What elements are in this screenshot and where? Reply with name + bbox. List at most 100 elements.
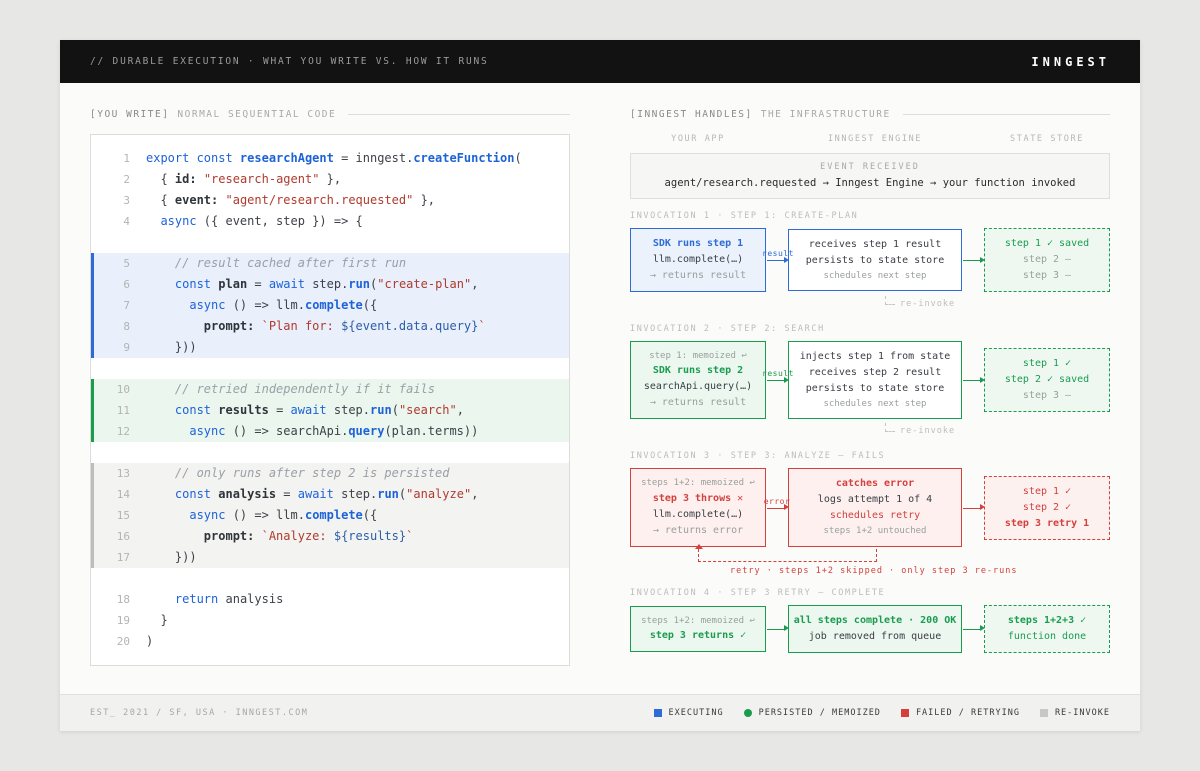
code-text: export const researchAgent = inngest.cre… bbox=[146, 151, 522, 165]
code-token: await bbox=[298, 487, 334, 501]
code-text: const plan = await step.run("create-plan… bbox=[146, 277, 478, 291]
line-number: 4 bbox=[104, 211, 130, 232]
box-line: step 3 returns ✓ bbox=[635, 628, 761, 644]
code-text: // retried independently if it fails bbox=[146, 382, 435, 396]
box-line: persists to state store bbox=[793, 381, 957, 397]
invocation-section: INVOCATION 4 · STEP 3 RETRY — COMPLETE s… bbox=[630, 588, 1110, 653]
code-token: = bbox=[276, 487, 298, 501]
code-token: ) bbox=[146, 634, 153, 648]
code-token: // result cached after first run bbox=[175, 256, 406, 270]
code-text: // only runs after step 2 is persisted bbox=[146, 466, 449, 480]
arrow-label: result bbox=[762, 369, 792, 378]
code-text: { id: "research-agent" }, bbox=[146, 172, 341, 186]
code-spacer bbox=[91, 442, 569, 463]
reinvoke-label: re-invoke bbox=[900, 426, 955, 436]
footer-meta: EST_ 2021 / SF, USA · INNGEST.COM bbox=[90, 708, 308, 718]
box-line: injects step 1 from state bbox=[793, 349, 957, 365]
legend-label: EXECUTING bbox=[669, 708, 724, 718]
code-text: })) bbox=[146, 340, 197, 354]
line-number: 15 bbox=[104, 505, 130, 526]
invocation-row: steps 1+2: memoized ↩step 3 returns ✓ al… bbox=[630, 605, 1110, 653]
code-token: const bbox=[175, 487, 211, 501]
line-number: 1 bbox=[104, 148, 130, 169]
code-token bbox=[146, 319, 204, 333]
line-number: 20 bbox=[104, 631, 130, 652]
code-token: } bbox=[146, 613, 168, 627]
code-token: ` bbox=[406, 529, 413, 543]
event-box: EVENT RECEIVED agent/research.requested … bbox=[630, 153, 1110, 199]
code-token: // only runs after step 2 is persisted bbox=[175, 466, 450, 480]
event-box-line: agent/research.requested → Inngest Engin… bbox=[637, 177, 1103, 189]
invocation-section: INVOCATION 3 · STEP 3: ANALYZE — FAILS s… bbox=[630, 451, 1110, 546]
code-panel-tag: [YOU WRITE] bbox=[90, 109, 169, 120]
code-token: "agent/research.requested" bbox=[226, 193, 414, 207]
code-line: 17 })) bbox=[91, 547, 569, 568]
code-token: }, bbox=[413, 193, 435, 207]
invocation-label: INVOCATION 2 · STEP 2: SEARCH bbox=[630, 324, 1110, 334]
retry-dashed-line-icon bbox=[698, 549, 877, 562]
code-block: 1 export const researchAgent = inngest.cr… bbox=[90, 134, 570, 666]
code-token: async bbox=[189, 508, 225, 522]
infra-panel-title: THE INFRASTRUCTURE bbox=[761, 109, 891, 120]
box-line: → returns result bbox=[635, 395, 761, 411]
line-number: 8 bbox=[104, 316, 130, 337]
your-app-box: steps 1+2: memoized ↩step 3 returns ✓ bbox=[630, 606, 766, 652]
line-number: 17 bbox=[104, 547, 130, 568]
code-token bbox=[146, 256, 175, 270]
legend-item: FAILED / RETRYING bbox=[901, 708, 1020, 718]
code-token: }, bbox=[319, 172, 341, 186]
legend-item: PERSISTED / MEMOIZED bbox=[744, 708, 881, 718]
box-line: step 1 ✓ saved bbox=[989, 236, 1105, 252]
code-token: , bbox=[471, 277, 478, 291]
legend-label: PERSISTED / MEMOIZED bbox=[759, 708, 881, 718]
line-number: 5 bbox=[104, 253, 130, 274]
code-spacer bbox=[91, 358, 569, 379]
arrow-app-to-engine-icon: error bbox=[766, 500, 788, 516]
your-app-box: steps 1+2: memoized ↩step 3 throws ✕llm.… bbox=[630, 468, 766, 546]
code-token bbox=[197, 172, 204, 186]
code-line: 15 async () => llm.complete({ bbox=[91, 505, 569, 526]
code-token bbox=[146, 214, 160, 228]
your-app-box: SDK runs step 1llm.complete(…)→ returns … bbox=[630, 228, 766, 292]
code-token: id: bbox=[175, 172, 197, 186]
line-number: 12 bbox=[104, 421, 130, 442]
line-number: 7 bbox=[104, 295, 130, 316]
code-text: const results = await step.run("search", bbox=[146, 403, 464, 417]
code-panel-heading: [YOU WRITE] NORMAL SEQUENTIAL CODE bbox=[90, 109, 570, 120]
invocation-label: INVOCATION 4 · STEP 3 RETRY — COMPLETE bbox=[630, 588, 1110, 598]
column-header-inngest-engine: INNGEST ENGINE bbox=[788, 134, 962, 144]
box-line: step 3 retry 1 bbox=[989, 516, 1105, 532]
box-line: steps 1+2: memoized ↩ bbox=[635, 476, 761, 490]
footer-bar: EST_ 2021 / SF, USA · INNGEST.COM EXECUT… bbox=[60, 694, 1140, 731]
column-header-your-app: YOUR APP bbox=[630, 134, 766, 144]
code-token: async bbox=[189, 298, 225, 312]
code-token: `Plan for: bbox=[262, 319, 341, 333]
code-token: ( bbox=[392, 403, 399, 417]
arrow-app-to-engine-icon: result bbox=[766, 252, 788, 268]
code-token: createFunction bbox=[413, 151, 514, 165]
code-line: 12 async () => searchApi.query(plan.term… bbox=[91, 421, 569, 442]
arrow-engine-to-store-icon bbox=[962, 621, 984, 637]
arrow-label: result bbox=[762, 249, 792, 258]
code-token: return bbox=[175, 592, 218, 606]
infra-panel-tag: [INNGEST HANDLES] bbox=[630, 109, 753, 120]
code-text: async () => llm.complete({ bbox=[146, 298, 377, 312]
legend-label: FAILED / RETRYING bbox=[916, 708, 1020, 718]
code-token: ${event.data.query} bbox=[341, 319, 478, 333]
code-token: ({ bbox=[363, 298, 377, 312]
box-line: steps 1+2+3 ✓ bbox=[989, 613, 1105, 629]
invocation-label: INVOCATION 1 · STEP 1: CREATE-PLAN bbox=[630, 211, 1110, 221]
box-line: step 2 – bbox=[989, 252, 1105, 268]
code-token: export const bbox=[146, 151, 240, 165]
state-store-box: steps 1+2+3 ✓function done bbox=[984, 605, 1110, 653]
code-line: 1 export const researchAgent = inngest.cr… bbox=[91, 148, 569, 169]
code-token: async bbox=[189, 424, 225, 438]
code-line: 5 // result cached after first run bbox=[91, 253, 569, 274]
invocation-section: INVOCATION 2 · STEP 2: SEARCH step 1: me… bbox=[630, 324, 1110, 419]
state-store-box: step 1 ✓ savedstep 2 –step 3 – bbox=[984, 228, 1110, 292]
code-text: prompt: `Analyze: ${results}` bbox=[146, 529, 413, 543]
event-box-title: EVENT RECEIVED bbox=[637, 162, 1103, 172]
code-token: async bbox=[160, 214, 196, 228]
code-text: // result cached after first run bbox=[146, 256, 406, 270]
code-line: 4 async ({ event, step }) => { bbox=[91, 211, 569, 232]
